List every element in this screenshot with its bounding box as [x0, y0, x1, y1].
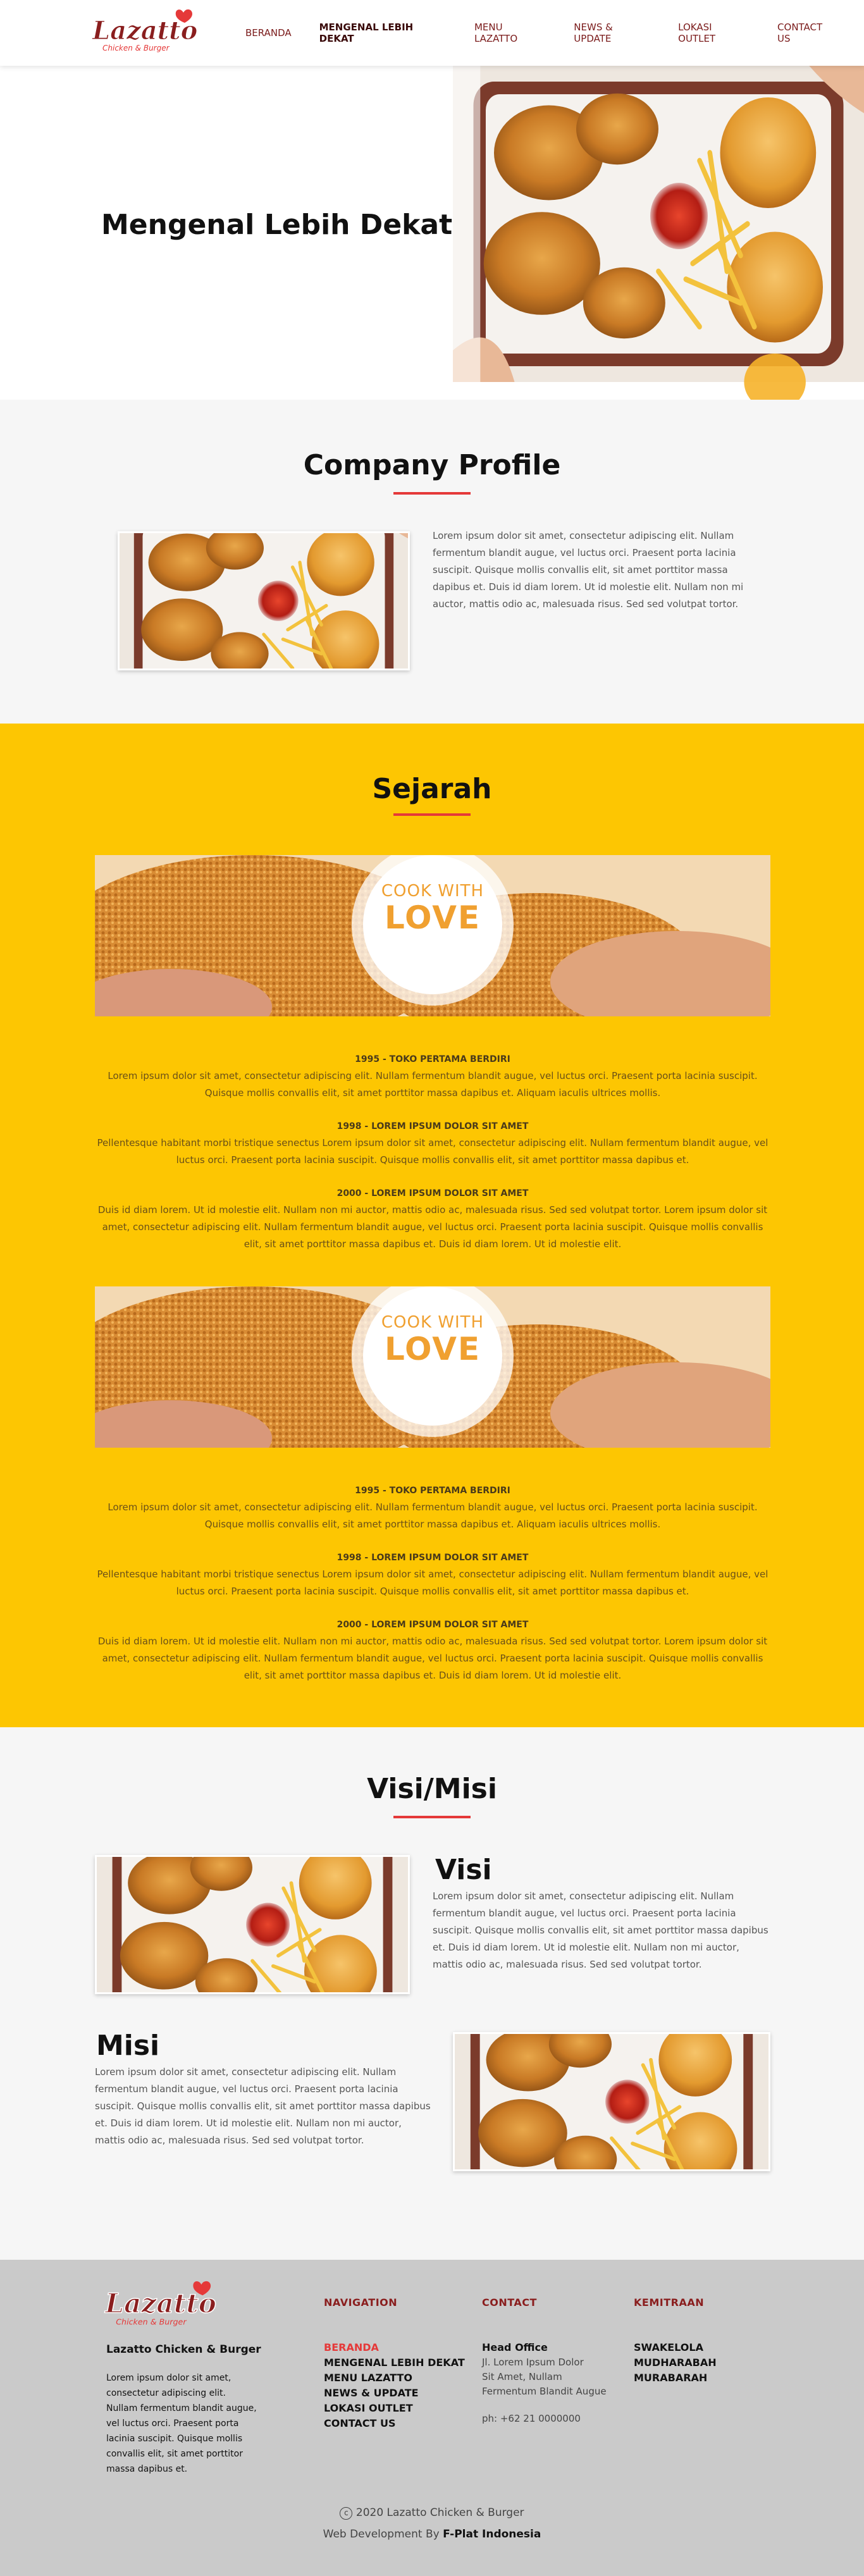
history-item: 2000 - LOREM IPSUM DOLOR SIT AMET Duis i… — [95, 1185, 770, 1253]
footer-link-menu[interactable]: MENU LAZATTO — [324, 2370, 465, 2386]
banner-line-big: LOVE — [384, 899, 481, 936]
hero-section: Mengenal Lebih Dekat — [0, 66, 864, 400]
footer-nav-heading: NAVIGATION — [324, 2296, 398, 2308]
history-text: Lorem ipsum dolor sit amet, consectetur … — [108, 1501, 758, 1530]
history-text: Lorem ipsum dolor sit amet, consectetur … — [108, 1070, 758, 1099]
footer-link-news[interactable]: NEWS & UPDATE — [324, 2386, 465, 2401]
history-item: 2000 - LOREM IPSUM DOLOR SIT AMET Duis i… — [95, 1617, 770, 1684]
company-profile-text: Lorem ipsum dolor sit amet, consectetur … — [433, 530, 744, 610]
banner-line-top: COOK WITH — [381, 1313, 484, 1332]
cook-with-love-banner: COOK WITH LOVE — [95, 1286, 770, 1448]
company-profile-image — [118, 531, 410, 670]
nav-contact-us[interactable]: CONTACT US — [777, 22, 836, 44]
history-text: Duis id diam lorem. Ut id molestie elit.… — [97, 1636, 768, 1681]
web-dev-credit: Web Development By F-Plat Indonesia — [0, 2528, 864, 2541]
misi-image — [453, 2032, 770, 2171]
dev-prefix: Web Development By — [323, 2528, 440, 2541]
visi-misi-section: Visi/Misi Visi Lorem ipsum dolor sit ame… — [0, 1727, 864, 2260]
nav-mengenal-lebih-dekat[interactable]: MENGENAL LEBIH DEKAT — [319, 22, 447, 44]
title-underline — [393, 492, 471, 495]
office-address-line: Fermentum Blandit Augue — [482, 2386, 607, 2397]
visi-image — [95, 1855, 410, 1994]
history-heading: 1995 - TOKO PERTAMA BERDIRI — [355, 1054, 510, 1064]
footer-link-swakelola[interactable]: SWAKELOLA — [634, 2340, 717, 2355]
office-phone: ph: +62 21 0000000 — [482, 2413, 581, 2424]
cook-with-love-banner: COOK WITH LOVE — [95, 855, 770, 1016]
copyright-icon: c — [340, 2507, 353, 2520]
history-text: Duis id diam lorem. Ut id molestie elit.… — [97, 1204, 768, 1250]
company-profile-title: Company Profile — [303, 449, 561, 481]
sejarah-title: Sejarah — [372, 773, 492, 805]
hero-title: Mengenal Lebih Dekat — [101, 209, 453, 241]
footer-contact: CONTACT Head Office Jl. Lorem Ipsum Dolo… — [482, 2296, 607, 2426]
copyright-text: 2020 Lazatto Chicken & Burger — [355, 2506, 524, 2519]
history-heading: 2000 - LOREM IPSUM DOLOR SIT AMET — [336, 1620, 529, 1630]
title-underline — [393, 1816, 471, 1818]
main-nav: BERANDA MENGENAL LEBIH DEKAT MENU LAZATT… — [245, 0, 864, 66]
history-list: 1995 - TOKO PERTAMA BERDIRI Lorem ipsum … — [95, 1051, 770, 1269]
visi-text: Lorem ipsum dolor sit amet, consectetur … — [433, 1890, 768, 1970]
nav-lokasi-outlet[interactable]: LOKASI OUTLET — [678, 22, 750, 44]
hero-food-image — [453, 66, 864, 400]
sejarah-section: Sejarah COOK WITH LOVE 1995 - TOKO PERTA… — [0, 724, 864, 1727]
svg-text:Lazatto: Lazatto — [92, 16, 197, 46]
footer-link-contact[interactable]: CONTACT US — [324, 2416, 465, 2431]
footer-link-lokasi[interactable]: LOKASI OUTLET — [324, 2401, 465, 2416]
copyright: c 2020 Lazatto Chicken & Burger — [0, 2506, 864, 2520]
footer-navigation: NAVIGATION BERANDA MENGENAL LEBIH DEKAT … — [324, 2296, 465, 2431]
footer-kemitraan: KEMITRAAN SWAKELOLA MUDHARABAH MURABARAH — [634, 2296, 717, 2386]
history-item: 1998 - LOREM IPSUM DOLOR SIT AMET Pellen… — [95, 1118, 770, 1169]
navbar: Lazatto Chicken & Burger BERANDA MENGENA… — [0, 0, 864, 66]
banner-text: COOK WITH LOVE — [369, 1313, 496, 1366]
footer-logo[interactable]: Lazatto Chicken & Burger — [101, 2279, 221, 2333]
history-heading: 1998 - LOREM IPSUM DOLOR SIT AMET — [336, 1121, 529, 1131]
nav-menu-lazatto[interactable]: MENU LAZATTO — [474, 22, 546, 44]
company-profile-section: Company Profile Lorem ipsum dolor sit am… — [0, 400, 864, 724]
banner-text: COOK WITH LOVE — [369, 882, 496, 935]
misi-text: Lorem ipsum dolor sit amet, consectetur … — [95, 2066, 431, 2146]
history-text: Pellentesque habitant morbi tristique se… — [97, 1568, 768, 1597]
history-heading: 1995 - TOKO PERTAMA BERDIRI — [355, 1486, 510, 1496]
banner-line-top: COOK WITH — [381, 882, 484, 901]
history-text: Pellentesque habitant morbi tristique se… — [97, 1137, 768, 1166]
svg-text:Lazatto: Lazatto — [104, 2288, 216, 2319]
visi-misi-title: Visi/Misi — [367, 1773, 497, 1805]
history-item: 1995 - TOKO PERTAMA BERDIRI Lorem ipsum … — [95, 1482, 770, 1533]
nav-beranda[interactable]: BERANDA — [245, 27, 292, 39]
footer-link-mudharabah[interactable]: MUDHARABAH — [634, 2355, 717, 2370]
brand-logo[interactable]: Lazatto Chicken & Burger — [89, 8, 202, 58]
title-underline — [393, 813, 471, 816]
footer-description: Lorem ipsum dolor sit amet, consectetur … — [106, 2373, 257, 2474]
history-list: 1995 - TOKO PERTAMA BERDIRI Lorem ipsum … — [95, 1482, 770, 1701]
svg-text:Chicken & Burger: Chicken & Burger — [102, 44, 170, 52]
footer-link-mengenal[interactable]: MENGENAL LEBIH DEKAT — [324, 2355, 465, 2370]
office-address-line: Sit Amet, Nullam — [482, 2371, 562, 2382]
footer-contact-heading: CONTACT — [482, 2296, 537, 2308]
head-office-title: Head Office — [482, 2341, 548, 2353]
footer: Lazatto Chicken & Burger Lazatto Chicken… — [0, 2260, 864, 2576]
footer-link-beranda[interactable]: BERANDA — [324, 2340, 465, 2355]
banner-line-big: LOVE — [384, 1331, 481, 1367]
footer-link-murabarah[interactable]: MURABARAH — [634, 2370, 717, 2386]
office-address-line: Jl. Lorem Ipsum Dolor — [482, 2357, 584, 2368]
misi-title: Misi — [96, 2030, 160, 2062]
nav-news-update[interactable]: NEWS & UPDATE — [574, 22, 650, 44]
dev-name[interactable]: F-Plat Indonesia — [443, 2528, 541, 2541]
history-heading: 1998 - LOREM IPSUM DOLOR SIT AMET — [336, 1553, 529, 1563]
visi-title: Visi — [435, 1854, 492, 1886]
history-item: 1998 - LOREM IPSUM DOLOR SIT AMET Pellen… — [95, 1550, 770, 1600]
history-item: 1995 - TOKO PERTAMA BERDIRI Lorem ipsum … — [95, 1051, 770, 1102]
history-heading: 2000 - LOREM IPSUM DOLOR SIT AMET — [336, 1188, 529, 1199]
footer-brand-name: Lazatto Chicken & Burger — [106, 2343, 261, 2356]
footer-kemitraan-heading: KEMITRAAN — [634, 2296, 705, 2308]
svg-text:Chicken & Burger: Chicken & Burger — [116, 2317, 187, 2327]
